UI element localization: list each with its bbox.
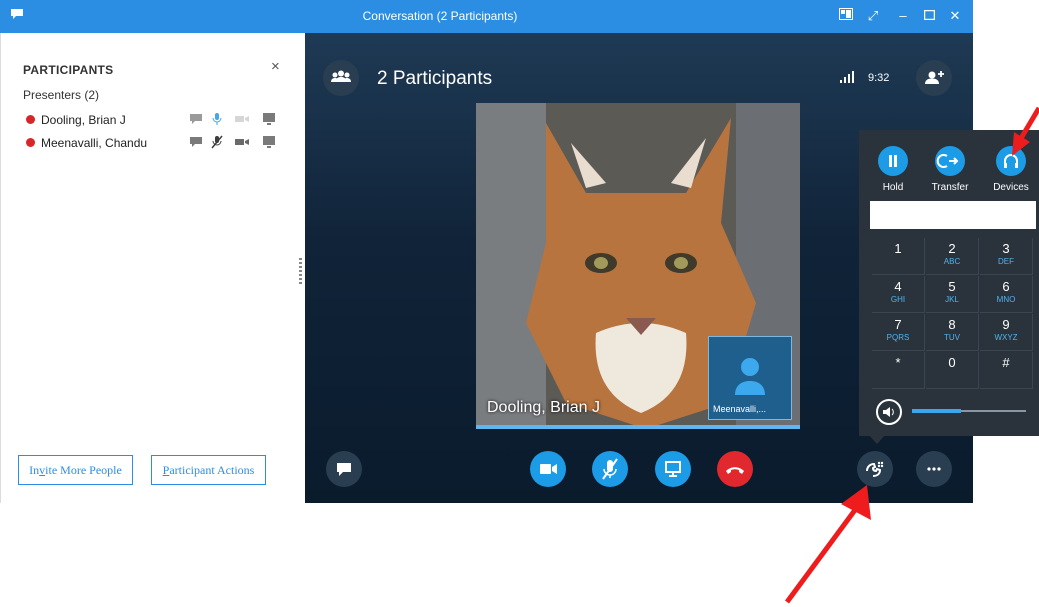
hang-up-button[interactable]: [717, 451, 753, 487]
dial-key[interactable]: 2 ABC: [926, 238, 979, 275]
full-screen-icon[interactable]: ⤢: [862, 6, 884, 26]
video-camera-icon: [540, 464, 557, 474]
video-off-icon: [235, 116, 249, 122]
ellipsis-icon: [927, 467, 941, 471]
pane-resize-handle[interactable]: [299, 258, 302, 284]
chat-icon: [190, 137, 202, 147]
presence-dot: [26, 115, 35, 124]
active-speaker-bar: [476, 425, 800, 429]
chat-icon: [190, 114, 202, 124]
hang-up-icon: [726, 467, 744, 474]
dial-key[interactable]: 5 JKL: [926, 276, 979, 313]
mute-button[interactable]: [592, 451, 628, 487]
remote-video: Dooling, Brian J Meenavalli,...: [476, 103, 800, 429]
dial-key[interactable]: 4 GHI: [872, 276, 925, 313]
annotation-arrow-call-controls: [784, 485, 871, 604]
self-view-tile[interactable]: Meenavalli,...: [708, 336, 792, 420]
maximize-icon[interactable]: [918, 6, 940, 26]
flyout-pointer: [868, 434, 886, 444]
more-options-button[interactable]: [916, 451, 952, 487]
dial-key[interactable]: *: [872, 352, 925, 389]
close-pane-icon[interactable]: ×: [271, 58, 280, 75]
video-participant-name: Dooling, Brian J: [487, 399, 600, 416]
invite-more-people-button[interactable]: Invite More People: [18, 455, 133, 485]
signal-strength-icon: [840, 71, 854, 83]
monitor-icon: [665, 461, 681, 477]
participant-name: Dooling, Brian J: [41, 113, 126, 127]
presence-dot: [26, 138, 35, 147]
participant-actions-button[interactable]: Participant Actions: [151, 455, 266, 485]
dial-key[interactable]: 1: [872, 238, 925, 275]
add-person-icon: [925, 71, 944, 84]
volume-icon[interactable]: [876, 399, 902, 425]
view-toggle-icon[interactable]: [835, 6, 857, 26]
participant-row[interactable]: Dooling, Brian J: [23, 112, 293, 128]
im-button[interactable]: [326, 451, 362, 487]
mic-muted-icon: [602, 458, 618, 480]
dial-key[interactable]: 8 TUV: [926, 314, 979, 351]
dial-key[interactable]: #: [980, 352, 1033, 389]
people-icon: [331, 70, 351, 82]
close-window-icon[interactable]: ✕: [944, 6, 966, 26]
dial-key[interactable]: 7 PQRS: [872, 314, 925, 351]
participant-row[interactable]: Meenavalli, Chandu: [23, 135, 293, 151]
participants-header: PARTICIPANTS: [23, 63, 114, 77]
participant-name: Meenavalli, Chandu: [41, 136, 148, 150]
chat-icon: [337, 463, 351, 476]
avatar-placeholder-icon: [735, 358, 765, 395]
annotation-arrow-devices: [1012, 106, 1039, 156]
presenters-group-label: Presenters (2): [23, 88, 100, 102]
transfer-icon: [936, 154, 959, 168]
present-button[interactable]: [655, 451, 691, 487]
dial-key[interactable]: 3 DEF: [980, 238, 1033, 275]
hold-option[interactable]: Hold: [863, 146, 923, 193]
window-title: Conversation (2 Participants): [362, 9, 518, 23]
add-people-button[interactable]: [916, 60, 952, 96]
dial-key[interactable]: 0: [926, 352, 979, 389]
dial-number-input[interactable]: [870, 201, 1036, 229]
audio-speaking-icon: [212, 113, 222, 125]
volume-slider-fill[interactable]: [912, 409, 961, 413]
minimize-icon[interactable]: –: [892, 6, 914, 26]
screen-share-icon: [263, 113, 275, 125]
dial-key[interactable]: 6 MNO: [980, 276, 1033, 313]
title-bar: Conversation (2 Participants) ⤢ – ✕: [0, 0, 973, 33]
call-duration: 9:32: [868, 72, 890, 84]
video-button[interactable]: [530, 451, 566, 487]
mic-muted-icon: [211, 135, 223, 149]
screen-share-icon: [263, 136, 275, 148]
video-icon: [235, 139, 249, 145]
self-view-name: Meenavalli,...: [713, 404, 767, 414]
dial-pad-flyout: Hold Transfer Devices 1 2 ABC 3 DEF 4 GHI 5 JKL 6…: [859, 130, 1039, 436]
participants-toggle-button[interactable]: [323, 60, 359, 96]
dial-key[interactable]: 9 WXYZ: [980, 314, 1033, 351]
transfer-option[interactable]: Transfer: [920, 146, 980, 193]
pause-icon: [889, 155, 897, 167]
participants-pane: PARTICIPANTS × Presenters (2) Dooling, B…: [0, 33, 306, 503]
participant-count-title: 2 Participants: [377, 68, 493, 89]
